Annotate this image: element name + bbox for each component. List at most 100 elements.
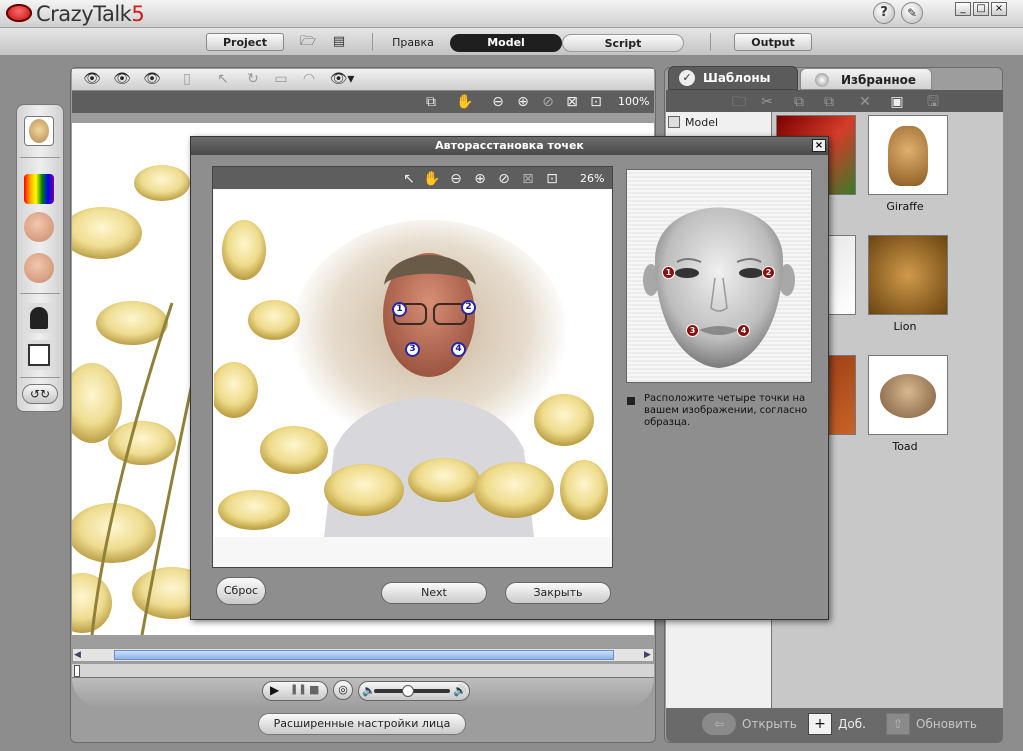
mask-editor-icon[interactable] xyxy=(24,303,54,333)
document-list-icon[interactable]: ▤ xyxy=(331,35,347,49)
volume-high-icon: 🔊 xyxy=(453,684,467,697)
pause-icon[interactable]: ❚❚ xyxy=(290,684,307,695)
tab-edit[interactable]: Правка xyxy=(378,34,448,52)
open-folder-icon[interactable]: 🗁 xyxy=(300,35,316,49)
zoom-in-icon[interactable]: ⊕ xyxy=(514,93,532,111)
fit-icon[interactable]: ⊠ xyxy=(563,93,581,111)
maximize-button[interactable]: □ xyxy=(973,2,989,16)
paste-icon[interactable]: ⧉ xyxy=(820,93,838,111)
hand-pan-icon[interactable]: ✋ xyxy=(456,93,474,111)
check-icon: ✓ xyxy=(679,70,695,86)
dialog-close-button[interactable]: Закрыть xyxy=(505,582,611,604)
close-button[interactable]: × xyxy=(991,2,1007,16)
title-bar xyxy=(0,0,1023,28)
template-thumb-toad[interactable] xyxy=(868,355,948,435)
scroll-left-icon[interactable]: ◀ xyxy=(74,650,81,660)
copy-icon[interactable]: ⧉ xyxy=(790,93,808,111)
tab-output[interactable]: Output xyxy=(734,33,812,51)
tab-script[interactable]: Script xyxy=(562,34,684,52)
source-photo[interactable] xyxy=(214,190,611,537)
tools-icon: ✎ xyxy=(906,6,918,20)
dialog-close-icon[interactable]: × xyxy=(812,139,826,152)
tab-templates[interactable]: ✓ Шаблоны xyxy=(668,66,798,90)
save-icon[interactable]: 🖫 xyxy=(924,93,942,111)
add-icon[interactable]: + xyxy=(808,713,832,735)
instruction-bullet xyxy=(627,397,635,405)
settings-tools-button[interactable]: ✎ xyxy=(901,2,923,24)
cut-icon[interactable]: ✂ xyxy=(758,93,776,111)
reset-button[interactable]: Сброс xyxy=(216,577,266,605)
thumbnail-view-icon[interactable]: ▣ xyxy=(886,93,908,111)
scrollbar-thumb[interactable] xyxy=(114,650,614,660)
open-folder-icon[interactable]: 🗀 xyxy=(730,93,748,111)
face-point-2[interactable]: 2 xyxy=(461,300,476,315)
tab-model[interactable]: Model xyxy=(450,34,562,52)
tree-item-model[interactable]: Model xyxy=(685,116,718,129)
face-fit-icon[interactable] xyxy=(24,212,54,242)
update-button[interactable]: Обновить xyxy=(916,708,977,740)
nav-divider xyxy=(372,33,373,51)
volume-slider-thumb[interactable] xyxy=(402,685,414,697)
actual-size-icon[interactable]: ⊡ xyxy=(587,93,605,111)
eye-view-icon[interactable]: 👁 xyxy=(82,70,102,88)
face-point-3[interactable]: 3 xyxy=(405,342,420,357)
save-frame-icon[interactable]: ▭ xyxy=(272,70,290,88)
tool-divider xyxy=(20,157,60,158)
face-import-icon[interactable] xyxy=(24,116,54,146)
minimize-button[interactable]: _ xyxy=(955,2,971,16)
help-button[interactable]: ? xyxy=(873,2,895,24)
timeline-track[interactable] xyxy=(72,664,654,678)
face-orientation-icon[interactable] xyxy=(24,253,54,283)
brand-version: 5 xyxy=(131,2,145,26)
stage-zoom-level: 100% xyxy=(618,95,650,108)
add-button[interactable]: Доб. xyxy=(838,708,866,740)
zoom-out-icon[interactable]: ⊖ xyxy=(447,170,465,188)
view-dropdown-icon[interactable]: 👁▾ xyxy=(328,70,356,88)
tab-favorites[interactable]: Избранное xyxy=(800,68,932,90)
zoom-out-icon[interactable]: ⊖ xyxy=(489,93,507,111)
folder-icon xyxy=(668,116,680,128)
pointer-icon[interactable]: ↖ xyxy=(214,70,232,88)
eye-detail-icon[interactable]: 👁 xyxy=(142,70,162,88)
app-logo: CrazyTalk5 xyxy=(36,2,145,26)
scroll-right-icon[interactable]: ▶ xyxy=(644,650,651,660)
update-icon[interactable]: ⇧ xyxy=(886,713,910,735)
brand-name: CrazyTalk xyxy=(36,2,132,26)
open-arrow-icon[interactable]: ⇦ xyxy=(702,713,736,735)
reset-zoom-icon[interactable]: ⊘ xyxy=(539,93,557,111)
color-palette-icon[interactable] xyxy=(24,174,54,204)
thumb-label-giraffe: Giraffe xyxy=(886,200,924,213)
fit-icon[interactable]: ⊠ xyxy=(519,170,537,188)
actual-size-icon[interactable]: ⊡ xyxy=(543,170,561,188)
open-button[interactable]: Открыть xyxy=(742,708,797,740)
reference-point-2: 2 xyxy=(762,266,775,279)
favorites-icon xyxy=(815,73,829,87)
face-point-1[interactable]: 1 xyxy=(392,302,407,317)
template-thumb-lion[interactable] xyxy=(868,235,948,315)
background-icon[interactable] xyxy=(24,340,54,370)
fit-screen-icon[interactable]: ⧉ xyxy=(422,93,440,111)
tool-divider xyxy=(20,377,60,378)
template-thumb-giraffe[interactable] xyxy=(868,115,948,195)
delete-icon[interactable]: ✕ xyxy=(856,93,874,111)
next-button[interactable]: Next xyxy=(381,582,487,604)
lips-icon[interactable]: ◠ xyxy=(300,70,318,88)
play-icon[interactable]: ▶ xyxy=(270,683,279,697)
eye-lashes-icon[interactable]: 👁 xyxy=(112,70,132,88)
rotate-icon[interactable]: ↻ xyxy=(244,70,262,88)
thumb-label-lion: Lion xyxy=(893,320,917,333)
reset-zoom-icon[interactable]: ⊘ xyxy=(495,170,513,188)
advanced-face-settings-button[interactable]: Расширенные настройки лица xyxy=(258,713,466,735)
zoom-in-icon[interactable]: ⊕ xyxy=(471,170,489,188)
hand-pan-icon[interactable]: ✋ xyxy=(423,170,441,188)
tab-project[interactable]: Project xyxy=(206,33,284,51)
pointer-icon[interactable]: ↖ xyxy=(400,170,418,188)
reference-point-3: 3 xyxy=(686,324,699,337)
tab-templates-label: Шаблоны xyxy=(703,71,771,85)
page-icon[interactable]: ▯ xyxy=(178,70,196,88)
face-point-4[interactable]: 4 xyxy=(451,342,466,357)
stop-icon[interactable]: ■ xyxy=(309,683,319,696)
timeline-handle[interactable] xyxy=(74,665,80,677)
record-voice-icon[interactable]: ◎ xyxy=(333,680,353,700)
undo-redo-icon[interactable]: ↺↻ xyxy=(22,384,58,404)
